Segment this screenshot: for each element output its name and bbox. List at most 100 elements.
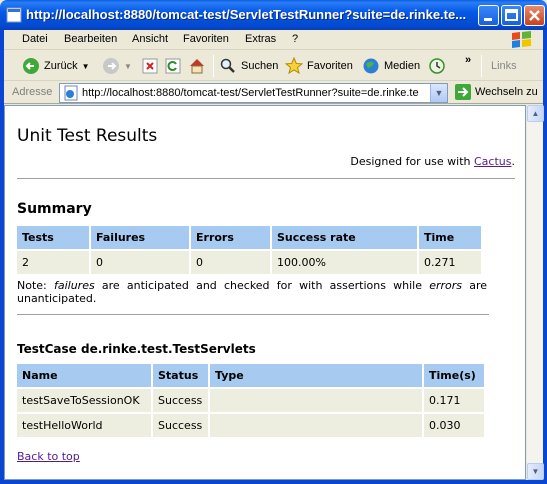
testcase-name: testHelloWorld <box>17 414 151 437</box>
scroll-down-icon[interactable]: ▼ <box>527 463 544 480</box>
cactus-link[interactable]: Cactus <box>474 155 512 168</box>
search-button[interactable]: Suchen <box>219 55 278 77</box>
window-frame-bottom <box>0 480 547 484</box>
stop-icon <box>142 58 158 74</box>
testcase-status: Success <box>153 389 208 412</box>
home-button[interactable] <box>188 55 206 77</box>
window-frame-right <box>543 30 547 484</box>
toolbar: Zurück ▼ ▼ Suchen Favoriten Medien » Lin… <box>4 51 543 81</box>
testcase-type <box>210 389 422 412</box>
testcase-time: 0.030 <box>424 414 484 437</box>
menu-ansicht[interactable]: Ansicht <box>132 33 168 45</box>
address-label: Adresse <box>12 86 53 98</box>
designed-suffix: . <box>511 155 516 168</box>
summary-errors-value: 0 <box>191 251 270 274</box>
testcase-time: 0.171 <box>424 389 484 412</box>
title-bar[interactable]: http://localhost:8880/tomcat-test/Servle… <box>0 0 547 30</box>
star-icon <box>285 57 303 75</box>
media-globe-icon <box>363 58 379 74</box>
testcase-col-name: Name <box>17 364 151 387</box>
vertical-scrollbar[interactable]: ▲ ▼ <box>526 105 544 480</box>
scroll-up-icon[interactable]: ▲ <box>527 105 544 122</box>
summary-value-row: 2 0 0 100.00% 0.271 <box>17 251 481 274</box>
testcase-col-time: Time(s) <box>424 364 484 387</box>
summary-col-time: Time <box>419 226 481 249</box>
testcase-col-type: Type <box>210 364 422 387</box>
address-input[interactable]: http://localhost:8880/tomcat-test/Servle… <box>59 83 448 103</box>
history-clock-icon <box>429 58 445 74</box>
close-icon <box>529 10 540 21</box>
go-label: Wechseln zu <box>475 86 538 98</box>
back-label: Zurück <box>44 60 78 72</box>
toolbar-separator <box>213 55 214 77</box>
table-row: testHelloWorld Success 0.030 <box>17 414 484 437</box>
note-middle: are anticipated and checked for with ass… <box>94 279 430 292</box>
forward-arrow-icon <box>103 58 119 74</box>
stop-button[interactable] <box>141 55 159 77</box>
note-errors: errors <box>429 279 462 292</box>
menu-help[interactable]: ? <box>292 33 298 45</box>
designed-for-line: Designed for use with Cactus. <box>350 155 515 168</box>
testcase-status: Success <box>153 414 208 437</box>
search-label: Suchen <box>241 60 279 72</box>
menu-bearbeiten[interactable]: Bearbeiten <box>64 33 117 45</box>
summary-table: Tests Failures Errors Success rate Time … <box>15 224 483 276</box>
page-title: Unit Test Results <box>17 126 158 146</box>
close-button[interactable] <box>524 5 545 26</box>
testcase-type <box>210 414 422 437</box>
forward-dropdown-icon[interactable]: ▼ <box>124 62 132 71</box>
back-to-top-link[interactable]: Back to top <box>17 450 80 463</box>
minimize-icon <box>484 18 492 21</box>
go-arrow-icon <box>455 84 471 100</box>
refresh-button[interactable] <box>164 55 182 77</box>
window-title: http://localhost:8880/tomcat-test/Servle… <box>26 7 467 22</box>
summary-failures-value: 0 <box>91 251 189 274</box>
designed-prefix: Designed for use with <box>350 155 474 168</box>
forward-button[interactable]: ▼ <box>102 55 132 77</box>
back-button[interactable]: Zurück ▼ <box>22 55 90 77</box>
summary-col-tests: Tests <box>17 226 89 249</box>
go-button[interactable]: Wechseln zu <box>455 84 538 100</box>
summary-time-value: 0.271 <box>419 251 481 274</box>
note-failures: failures <box>53 279 95 292</box>
history-button[interactable] <box>428 55 446 77</box>
divider-2 <box>17 314 489 315</box>
page-content[interactable]: Unit Test Results Designed for use with … <box>4 105 526 480</box>
note-text: Note: failures are anticipated and check… <box>17 279 487 305</box>
ie-icon <box>6 7 22 23</box>
windows-logo-icon <box>512 31 531 48</box>
links-label[interactable]: Links <box>491 60 517 72</box>
testcase-header-row: Name Status Type Time(s) <box>17 364 484 387</box>
refresh-icon <box>165 58 181 74</box>
toolbar-separator-links <box>481 55 482 77</box>
menu-extras[interactable]: Extras <box>245 33 276 45</box>
testcase-table: Name Status Type Time(s) testSaveToSessi… <box>15 362 486 439</box>
summary-tests-value: 2 <box>17 251 89 274</box>
media-button[interactable]: Medien <box>362 55 420 77</box>
address-url: http://localhost:8880/tomcat-test/Servle… <box>82 87 419 99</box>
favorites-button[interactable]: Favoriten <box>285 55 353 77</box>
toolbar-overflow-chevron-icon[interactable]: » <box>465 54 471 66</box>
favorites-label: Favoriten <box>307 60 353 72</box>
maximize-button[interactable] <box>501 5 522 26</box>
divider <box>17 178 515 179</box>
address-bar: Adresse http://localhost:8880/tomcat-tes… <box>4 82 543 104</box>
menu-favoriten[interactable]: Favoriten <box>183 33 229 45</box>
page-icon <box>64 85 78 101</box>
summary-header-row: Tests Failures Errors Success rate Time <box>17 226 481 249</box>
summary-col-failures: Failures <box>91 226 189 249</box>
back-arrow-icon <box>23 58 39 74</box>
home-icon <box>190 59 204 74</box>
testcase-col-status: Status <box>153 364 208 387</box>
summary-col-success-rate: Success rate <box>272 226 417 249</box>
back-dropdown-icon[interactable]: ▼ <box>82 62 90 71</box>
menu-datei[interactable]: Datei <box>22 33 48 45</box>
media-label: Medien <box>384 60 421 72</box>
maximize-icon <box>505 9 518 21</box>
address-dropdown-icon[interactable]: ▼ <box>430 84 447 102</box>
testcase-heading: TestCase de.rinke.test.TestServlets <box>17 342 256 356</box>
search-icon <box>220 58 235 73</box>
summary-success-rate-value: 100.00% <box>272 251 417 274</box>
note-prefix: Note: <box>17 279 54 292</box>
minimize-button[interactable] <box>478 5 499 26</box>
